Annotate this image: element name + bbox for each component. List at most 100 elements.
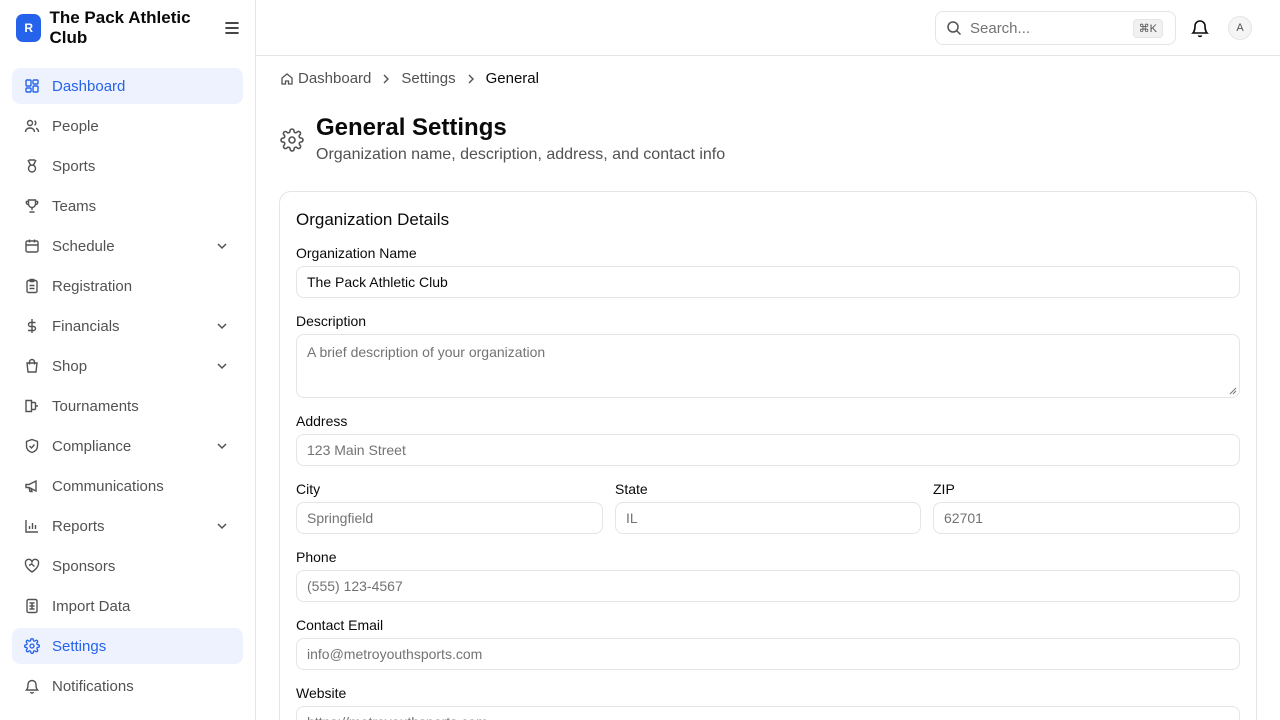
sidebar-item-label: Dashboard (52, 77, 126, 95)
sidebar-item-shop[interactable]: Shop (12, 348, 243, 384)
sidebar-item-registration[interactable]: Registration (12, 268, 243, 304)
brand-name[interactable]: The Pack Athletic Club (49, 8, 216, 48)
search-input[interactable]: Search... ⌘K (935, 11, 1176, 45)
website-label: Website (296, 685, 347, 701)
sidebar-item-teams[interactable]: Teams (12, 188, 243, 224)
sidebar-item-label: Settings (52, 637, 107, 655)
organization-details-card: Organization Details Organization Name T… (279, 191, 1257, 720)
handshake-heart-icon (24, 558, 40, 574)
search-placeholder: Search... (970, 19, 1031, 37)
sidebar-item-label: People (52, 117, 99, 135)
sidebar-item-financials[interactable]: Financials (12, 308, 243, 344)
chevron-down-icon[interactable] (215, 359, 229, 373)
city-label: City (296, 481, 321, 497)
breadcrumb-current: General (485, 70, 539, 87)
gear-icon (280, 128, 304, 152)
sidebar-item-label: Shop (52, 357, 88, 375)
sidebar-item-people[interactable]: People (12, 108, 243, 144)
org-name-label: Organization Name (296, 245, 417, 261)
breadcrumb-dashboard[interactable]: Dashboard (298, 70, 371, 87)
brand: R The Pack Athletic Club (0, 0, 255, 56)
sidebar-item-sponsors[interactable]: Sponsors (12, 548, 243, 584)
shortcut-badge: ⌘K (1132, 19, 1163, 38)
sidebar-item-label: Compliance (52, 437, 132, 455)
org-name-input[interactable]: The Pack Athletic Club (296, 266, 1240, 298)
city-input[interactable]: Springfield (296, 502, 603, 534)
resize-grip-icon[interactable] (1229, 387, 1237, 395)
bell-icon (24, 678, 40, 694)
description-placeholder: A brief description of your organization (307, 344, 546, 360)
address-input[interactable]: 123 Main Street (296, 434, 1240, 466)
trophy-icon (24, 198, 40, 214)
state-input[interactable]: IL (615, 502, 921, 534)
shopping-bag-icon (24, 358, 40, 374)
contact-email-label: Contact Email (296, 617, 384, 633)
gear-icon (24, 638, 40, 654)
sidebar: R The Pack Athletic Club Dashboard Peopl… (0, 0, 256, 720)
chevron-down-icon[interactable] (215, 319, 229, 333)
sidebar-item-label: Sponsors (52, 557, 116, 575)
sidebar-item-label: Import Data (52, 597, 131, 615)
chevron-down-icon[interactable] (215, 439, 229, 453)
sidebar-item-label: Communications (52, 477, 164, 495)
chevron-right-icon (379, 72, 393, 86)
sidebar-item-settings[interactable]: Settings (12, 628, 243, 664)
card-title: Organization Details (296, 210, 450, 229)
website-input[interactable]: https://metroyouthsports.com (296, 706, 1240, 720)
sidebar-item-tournaments[interactable]: Tournaments (12, 388, 243, 424)
sidebar-item-compliance[interactable]: Compliance (12, 428, 243, 464)
state-label: State (615, 481, 648, 497)
medal-icon (24, 158, 40, 174)
description-label: Description (296, 313, 367, 329)
phone-label: Phone (296, 549, 337, 565)
main-content: Dashboard Settings General General Setti… (256, 56, 1280, 720)
address-label: Address (296, 413, 348, 429)
chevron-down-icon[interactable] (215, 239, 229, 253)
sidebar-item-label: Registration (52, 277, 133, 295)
sidebar-item-label: Notifications (52, 677, 134, 695)
contact-email-input[interactable]: info@metroyouthsports.com (296, 638, 1240, 670)
notifications-bell-icon[interactable] (1190, 18, 1210, 38)
sidebar-nav: Dashboard People Sports Teams Schedule R… (0, 56, 255, 704)
zip-input[interactable]: 62701 (933, 502, 1240, 534)
sidebar-item-dashboard[interactable]: Dashboard (12, 68, 243, 104)
sidebar-item-label: Teams (52, 197, 97, 215)
page-subtitle: Organization name, description, address,… (316, 146, 726, 163)
shield-check-icon (24, 438, 40, 454)
breadcrumb: Dashboard Settings General (280, 70, 539, 87)
sidebar-item-label: Sports (52, 157, 96, 175)
chevron-right-icon (464, 72, 478, 86)
page-title: General Settings (316, 114, 507, 141)
chevron-down-icon[interactable] (215, 519, 229, 533)
bar-chart-icon (24, 518, 40, 534)
search-icon (947, 21, 962, 36)
brand-logo[interactable]: R (16, 14, 42, 42)
zip-label: ZIP (933, 481, 955, 497)
breadcrumb-settings[interactable]: Settings (401, 70, 455, 87)
menu-icon[interactable] (224, 20, 239, 36)
bracket-icon (24, 398, 40, 414)
sidebar-item-schedule[interactable]: Schedule (12, 228, 243, 264)
dollar-icon (24, 318, 40, 334)
sidebar-item-notifications[interactable]: Notifications (12, 668, 243, 704)
sidebar-item-label: Tournaments (52, 397, 139, 415)
sidebar-item-import-data[interactable]: Import Data (12, 588, 243, 624)
sidebar-item-sports[interactable]: Sports (12, 148, 243, 184)
calendar-icon (24, 238, 40, 254)
page-header: General Settings Organization name, desc… (280, 114, 725, 164)
sidebar-item-communications[interactable]: Communications (12, 468, 243, 504)
home-icon (280, 72, 294, 86)
sidebar-item-label: Schedule (52, 237, 115, 255)
user-avatar[interactable]: A (1228, 16, 1252, 40)
sidebar-item-label: Financials (52, 317, 120, 335)
people-icon (24, 118, 40, 134)
sidebar-item-label: Reports (52, 517, 105, 535)
spreadsheet-icon (24, 598, 40, 614)
sidebar-item-reports[interactable]: Reports (12, 508, 243, 544)
dashboard-icon (24, 78, 40, 94)
description-textarea[interactable]: A brief description of your organization (296, 334, 1240, 398)
phone-input[interactable]: (555) 123-4567 (296, 570, 1240, 602)
topbar: Search... ⌘K A (256, 0, 1280, 56)
megaphone-icon (24, 478, 40, 494)
clipboard-icon (24, 278, 40, 294)
